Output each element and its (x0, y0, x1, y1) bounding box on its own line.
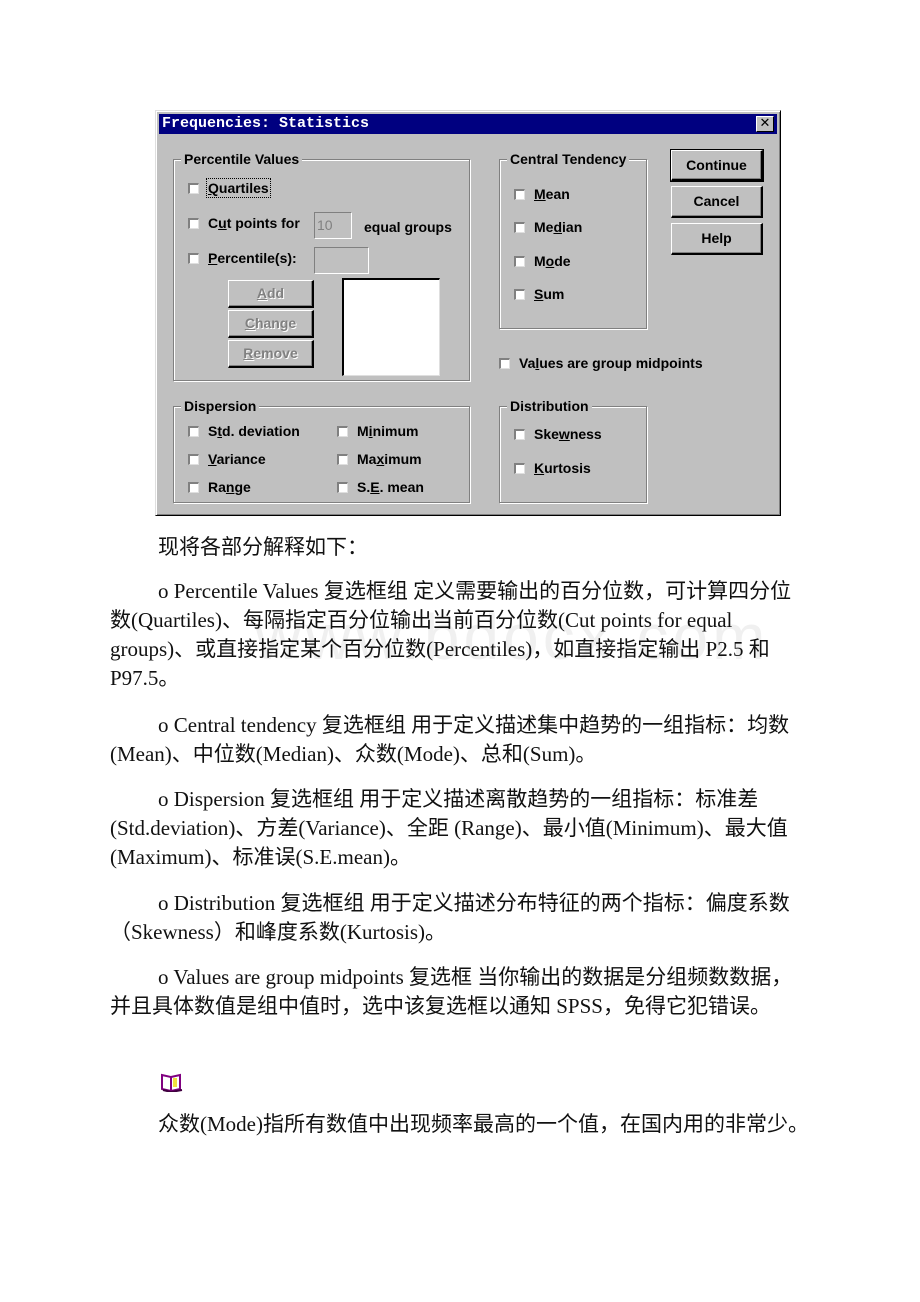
checkbox-box[interactable] (499, 357, 510, 369)
equal-groups-label: equal groups (364, 219, 452, 235)
note-paragraph: 众数(Mode)指所有数值中出现频率最高的一个值，在国内用的非常少。 (158, 1112, 809, 1136)
variance-label: Variance (208, 451, 266, 467)
frequencies-statistics-dialog: Frequencies: Statistics ✕ Percentile Val… (155, 110, 781, 516)
median-checkbox[interactable]: Median (514, 219, 582, 235)
maximum-checkbox[interactable]: Maximum (337, 451, 422, 467)
std-deviation-label: Std. deviation (208, 423, 300, 439)
skewness-label: Skewness (534, 426, 602, 442)
book-icon (161, 1073, 183, 1092)
variance-checkbox[interactable]: Variance (188, 451, 266, 467)
distribution-label: Distribution (507, 397, 592, 415)
checkbox-box[interactable] (188, 182, 199, 194)
group-midpoints-paragraph: o Values are group midpoints 复选框 当你输出的数据… (110, 965, 793, 1018)
minimum-checkbox[interactable]: Minimum (337, 423, 418, 439)
continue-button[interactable]: Continue (670, 149, 764, 182)
percentile-values-group: Percentile Values Quartiles Cut points f… (173, 150, 470, 381)
range-label: Range (208, 479, 251, 495)
distribution-paragraph: o Distribution 复选框组 用于定义描述分布特征的两个指标：偏度系数… (110, 891, 790, 944)
median-label: Median (534, 219, 583, 235)
percentiles-label: Percentile(s): (208, 250, 297, 266)
checkbox-box[interactable] (337, 453, 348, 465)
close-icon: ✕ (759, 116, 771, 131)
kurtosis-label: Kurtosis (534, 460, 591, 476)
checkbox-box[interactable] (188, 425, 199, 437)
dispersion-paragraph: o Dispersion 复选框组 用于定义描述离散趋势的一组指标：标准差(St… (110, 787, 788, 869)
percentile-values-paragraph: o Percentile Values 复选框组 定义需要输出的百分位数，可计算… (110, 579, 792, 690)
change-button[interactable]: Change (228, 310, 314, 338)
percentile-values-label: Percentile Values (181, 150, 303, 168)
mode-label: Mode (534, 253, 571, 269)
checkbox-box[interactable] (337, 481, 348, 493)
checkbox-box[interactable] (188, 453, 199, 465)
std-deviation-checkbox[interactable]: Std. deviation (188, 423, 300, 439)
cut-points-label: Cut points for (208, 215, 300, 231)
percentile-input[interactable] (314, 247, 369, 274)
mode-checkbox[interactable]: Mode (514, 253, 571, 269)
skewness-checkbox[interactable]: Skewness (514, 426, 602, 442)
percentile-listbox[interactable] (342, 278, 440, 376)
dispersion-group: Dispersion Std. deviation Minimum Varian… (173, 397, 470, 503)
checkbox-box[interactable] (514, 188, 525, 200)
minimum-label: Minimum (357, 423, 419, 439)
group-midpoints-label: Values are group midpoints (519, 355, 703, 371)
checkbox-box[interactable] (337, 425, 348, 437)
sum-label: Sum (534, 286, 565, 302)
dispersion-label: Dispersion (181, 397, 260, 415)
mean-label: Mean (534, 186, 570, 202)
central-tendency-paragraph: o Central tendency 复选框组 用于定义描述集中趋势的一组指标：… (110, 713, 790, 766)
cut-points-checkbox[interactable]: Cut points for (188, 215, 300, 231)
checkbox-box[interactable] (188, 481, 199, 493)
cancel-button[interactable]: Cancel (671, 186, 763, 218)
title-bar[interactable]: Frequencies: Statistics ✕ (159, 114, 777, 134)
central-tendency-label: Central Tendency (507, 150, 630, 168)
add-button[interactable]: Add (228, 280, 314, 308)
distribution-group: Distribution Skewness Kurtosis (499, 397, 647, 503)
checkbox-box[interactable] (514, 288, 525, 300)
intro-paragraph: 现将各部分解释如下： (158, 535, 368, 559)
checkbox-box[interactable] (514, 221, 525, 233)
central-tendency-group: Central Tendency Mean Median Mode Sum (499, 150, 647, 329)
checkbox-box[interactable] (514, 462, 525, 474)
checkbox-box[interactable] (188, 252, 199, 264)
checkbox-box[interactable] (188, 217, 199, 229)
quartiles-checkbox[interactable]: Quartiles (188, 178, 271, 198)
cut-points-input[interactable]: 10 (314, 212, 352, 239)
sum-checkbox[interactable]: Sum (514, 286, 564, 302)
se-mean-label: S.E. mean (357, 479, 424, 495)
checkbox-box[interactable] (514, 255, 525, 267)
range-checkbox[interactable]: Range (188, 479, 251, 495)
remove-button[interactable]: Remove (228, 340, 314, 368)
se-mean-checkbox[interactable]: S.E. mean (337, 479, 424, 495)
close-button[interactable]: ✕ (756, 116, 774, 132)
checkbox-box[interactable] (514, 428, 525, 440)
mean-checkbox[interactable]: Mean (514, 186, 570, 202)
maximum-label: Maximum (357, 451, 422, 467)
help-button[interactable]: Help (671, 223, 763, 255)
percentiles-checkbox[interactable]: Percentile(s): (188, 250, 297, 266)
dialog-title: Frequencies: Statistics (162, 115, 370, 132)
group-midpoints-checkbox[interactable]: Values are group midpoints (499, 355, 703, 371)
kurtosis-checkbox[interactable]: Kurtosis (514, 460, 591, 476)
quartiles-label: Quartiles (206, 178, 271, 198)
